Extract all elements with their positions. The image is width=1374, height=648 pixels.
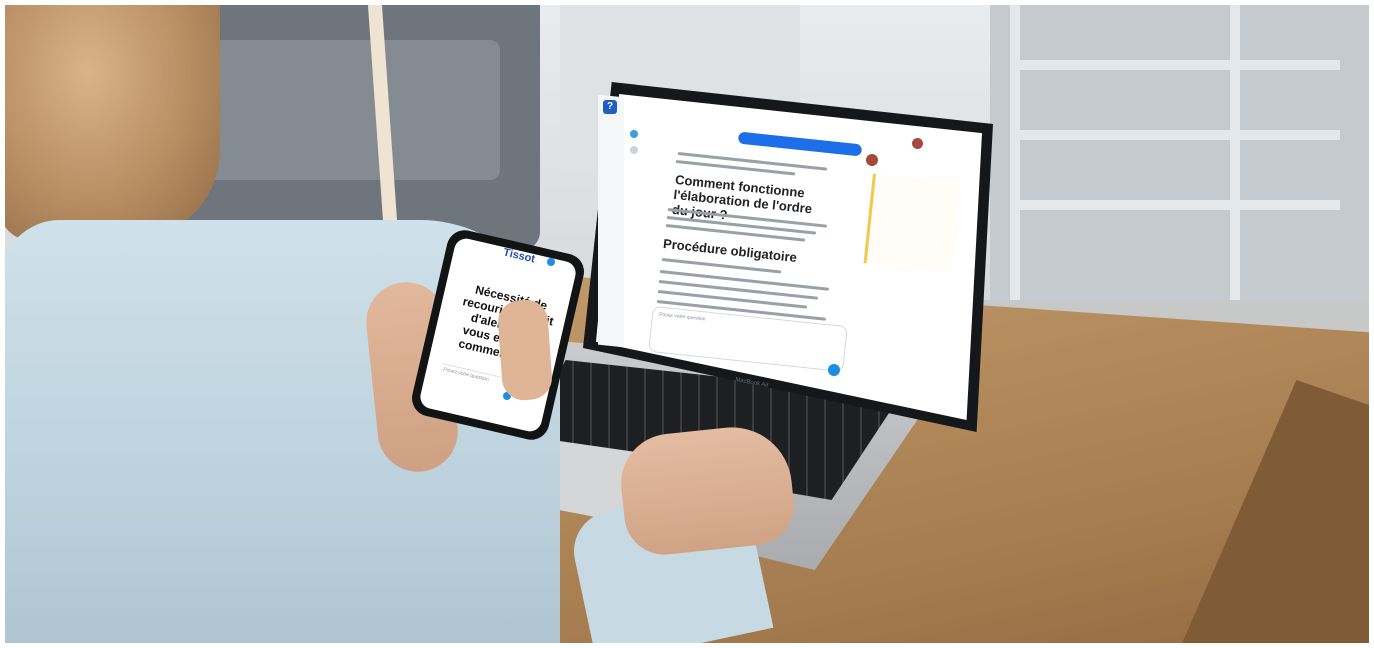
user-avatar-icon: [912, 138, 923, 149]
sidebar-nav-icon: [630, 146, 638, 154]
sofa-cushion: [180, 40, 500, 180]
phone-header-icon: [547, 258, 555, 266]
app-logo-icon: ?: [603, 100, 617, 114]
sidebar-nav-icon: [630, 130, 638, 138]
side-info-panel: [863, 173, 961, 273]
user-avatar-icon: [866, 154, 878, 166]
right-hand: [616, 421, 798, 559]
prompt-input-placeholder: Posez votre question: [658, 311, 706, 323]
screen-sidebar: [598, 94, 624, 348]
shelf-post: [1230, 0, 1240, 300]
shelf-plank: [1010, 130, 1340, 140]
shelf-plank: [1010, 60, 1340, 70]
background-shelf: [990, 0, 1370, 300]
photo-scene: MacBook Air ? Comment fonctionne l'élabo…: [0, 0, 1374, 648]
shelf-plank: [1010, 200, 1340, 210]
left-fingers: [496, 298, 554, 402]
shelf-post: [1010, 0, 1020, 300]
send-icon[interactable]: [828, 364, 840, 376]
person-hair: [0, 0, 220, 240]
